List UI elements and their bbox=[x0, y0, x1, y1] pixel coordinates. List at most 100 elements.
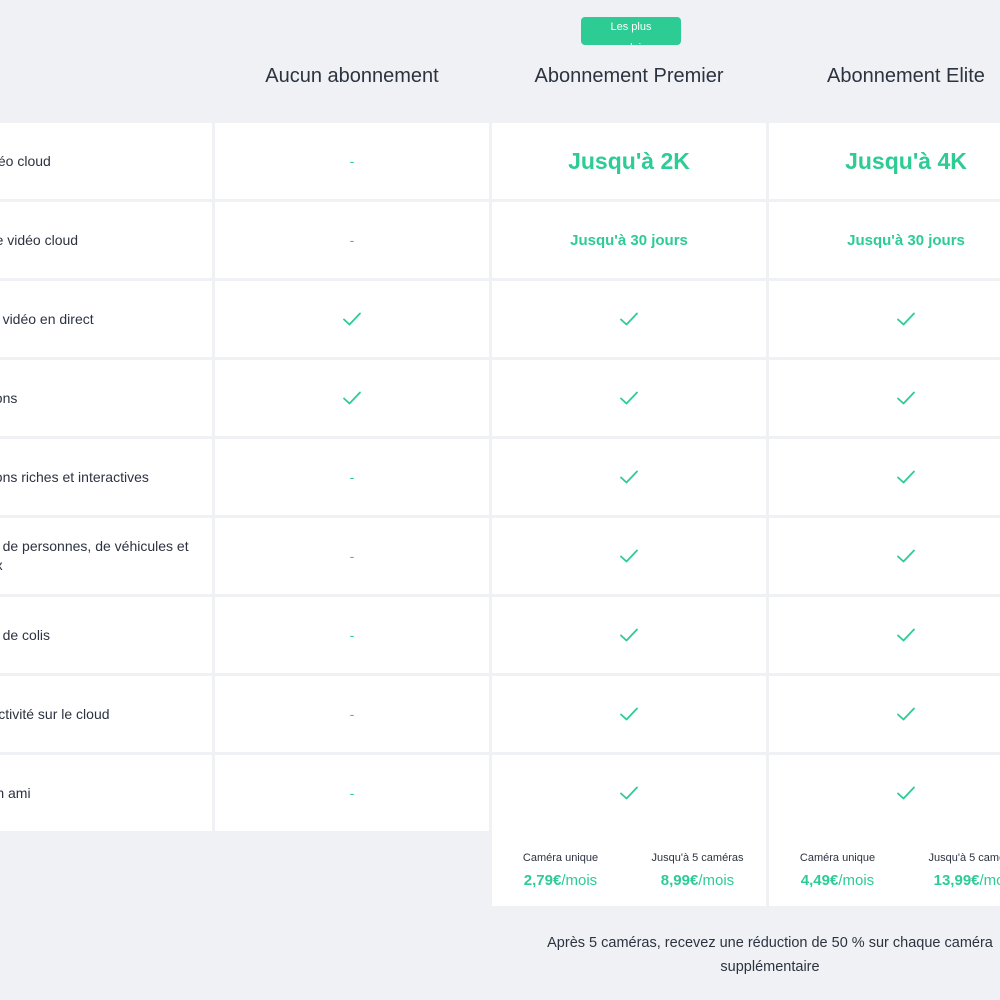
feature-cell: ion de personnes, de véhicules et aux bbox=[0, 518, 212, 594]
value-cell-elite bbox=[769, 360, 1000, 436]
multi-camera-discount-note: Après 5 caméras, recevez une réduction d… bbox=[547, 935, 993, 975]
not-included-dash: - bbox=[349, 232, 355, 248]
price-label: Caméra unique bbox=[522, 852, 599, 864]
column-header-elite: Abonnement Elite bbox=[827, 65, 985, 87]
value-text: Jusqu'à 30 jours bbox=[847, 231, 965, 249]
value-cell-elite bbox=[769, 755, 1000, 831]
value-cell-premier bbox=[492, 518, 766, 594]
feature-label: vidéo cloud bbox=[0, 152, 51, 169]
value-cell-inner: Jusqu'à 30 jours bbox=[769, 202, 1000, 278]
column-header-premier: Abonnement Premier bbox=[534, 65, 724, 87]
value-cell-none: - bbox=[215, 123, 489, 199]
check-icon bbox=[342, 311, 362, 327]
value-cell-premier bbox=[492, 755, 766, 831]
value-text: Jusqu'à 30 jours bbox=[570, 231, 688, 249]
not-included-dash: - bbox=[349, 548, 355, 564]
price-value: 8,99€/mois bbox=[629, 870, 766, 892]
price-premier-five: Jusqu'à 5 caméras 8,99€/mois bbox=[629, 851, 766, 892]
check-icon bbox=[896, 311, 916, 327]
check-icon bbox=[619, 627, 639, 643]
value-cell-elite: Jusqu'à 4K bbox=[769, 123, 1000, 199]
value-cell-none: - bbox=[215, 202, 489, 278]
price-elite-single: Caméra unique 4,49€/mois bbox=[769, 851, 906, 892]
column-header-none: Aucun abonnement bbox=[265, 65, 439, 87]
table-row: vidéo cloud - Jusqu'à 2K Jusqu'à 4K bbox=[0, 123, 1000, 199]
feature-cell: ion de colis bbox=[0, 597, 212, 673]
price-value: 2,79€/mois bbox=[492, 870, 629, 892]
price-amount: 4,49€ bbox=[800, 872, 839, 889]
comparison-table: vidéo cloud - Jusqu'à 2K Jusqu'à 4K que vidé… bbox=[0, 123, 1000, 834]
value-cell-premier bbox=[492, 360, 766, 436]
table-row: que vidéo cloud - Jusqu'à 30 jours Jusqu'à … bbox=[0, 202, 1000, 278]
feature-cell: que vidéo cloud bbox=[0, 202, 212, 278]
value-cell-none: - bbox=[215, 755, 489, 831]
table-row: ations bbox=[0, 360, 1000, 436]
price-unit: /mois bbox=[838, 872, 875, 889]
most-popular-badge-label: Les plus populaires bbox=[606, 21, 657, 45]
value-cell-premier: Jusqu'à 2K bbox=[492, 123, 766, 199]
price-label: Caméra unique bbox=[799, 852, 876, 864]
price-value: 13,99€/mois bbox=[906, 870, 1000, 892]
price-premier-single: Caméra unique 2,79€/mois bbox=[492, 851, 629, 892]
value-cell-elite bbox=[769, 439, 1000, 515]
value-cell-elite bbox=[769, 518, 1000, 594]
price-unit: /mois bbox=[698, 872, 735, 889]
value-cell-inner bbox=[769, 518, 1000, 594]
value-cell-premier bbox=[492, 676, 766, 752]
feature-cell: ations bbox=[0, 360, 212, 436]
feature-label: ion de colis bbox=[0, 626, 51, 643]
value-cell-none: - bbox=[215, 439, 489, 515]
value-cell-none: - bbox=[215, 518, 489, 594]
table-row: ations riches et interactives - bbox=[0, 439, 1000, 515]
price-elite-five: Jusqu'à 5 caméras 13,99€/mois bbox=[906, 851, 1000, 892]
feature-label: ion de personnes, de véhicules et aux bbox=[0, 538, 189, 573]
value-cell-inner bbox=[769, 676, 1000, 752]
most-popular-badge: Les plus populaires bbox=[581, 17, 681, 45]
pricing-elite: Caméra unique 4,49€/mois Jusqu'à 5 camér… bbox=[769, 831, 1000, 906]
value-cell-premier bbox=[492, 597, 766, 673]
value-cell-premier: Jusqu'à 30 jours bbox=[492, 202, 766, 278]
table-row: ion de personnes, de véhicules et aux - bbox=[0, 518, 1000, 594]
value-cell-inner bbox=[769, 281, 1000, 357]
value-cell-none bbox=[215, 281, 489, 357]
feature-cell: d'activité sur le cloud bbox=[0, 676, 212, 752]
value-cell-premier bbox=[492, 281, 766, 357]
not-included-dash: - bbox=[349, 153, 355, 169]
table-row: ion de colis - bbox=[0, 597, 1000, 673]
price-unit: /mois bbox=[561, 872, 598, 889]
pricing-premier: Caméra unique 2,79€/mois Jusqu'à 5 camér… bbox=[492, 831, 766, 906]
table-row: r un ami - bbox=[0, 755, 1000, 831]
check-icon bbox=[619, 390, 639, 406]
check-icon bbox=[896, 548, 916, 564]
price-label: Jusqu'à 5 caméras bbox=[928, 852, 1000, 864]
feature-label: d'activité sur le cloud bbox=[0, 705, 110, 722]
value-cell-premier bbox=[492, 439, 766, 515]
check-icon bbox=[896, 785, 916, 801]
not-included-dash: - bbox=[349, 627, 355, 643]
price-amount: 2,79€ bbox=[523, 872, 562, 889]
value-text: Jusqu'à 2K bbox=[568, 147, 690, 174]
check-icon bbox=[896, 390, 916, 406]
value-cell-none: - bbox=[215, 676, 489, 752]
not-included-dash: - bbox=[349, 785, 355, 801]
value-cell-elite: Jusqu'à 30 jours bbox=[769, 202, 1000, 278]
check-icon bbox=[896, 627, 916, 643]
price-amount: 8,99€ bbox=[660, 872, 699, 889]
value-text: Jusqu'à 4K bbox=[845, 147, 967, 174]
value-cell-elite bbox=[769, 676, 1000, 752]
feature-cell: ations riches et interactives bbox=[0, 439, 212, 515]
feature-label: ing vidéo en direct bbox=[0, 310, 94, 327]
value-cell-inner bbox=[769, 755, 1000, 831]
feature-cell: r un ami bbox=[0, 755, 212, 831]
table-row: ing vidéo en direct bbox=[0, 281, 1000, 357]
check-icon bbox=[896, 469, 916, 485]
table-row: d'activité sur le cloud - bbox=[0, 676, 1000, 752]
check-icon bbox=[619, 548, 639, 564]
check-icon bbox=[619, 706, 639, 722]
check-icon bbox=[342, 390, 362, 406]
value-cell-none: - bbox=[215, 597, 489, 673]
pricing-comparison-page: Les plus populaires Aucun abonnement Abo… bbox=[0, 0, 1000, 1000]
value-cell-inner bbox=[769, 597, 1000, 673]
check-icon bbox=[896, 706, 916, 722]
price-label: Jusqu'à 5 caméras bbox=[651, 852, 744, 864]
